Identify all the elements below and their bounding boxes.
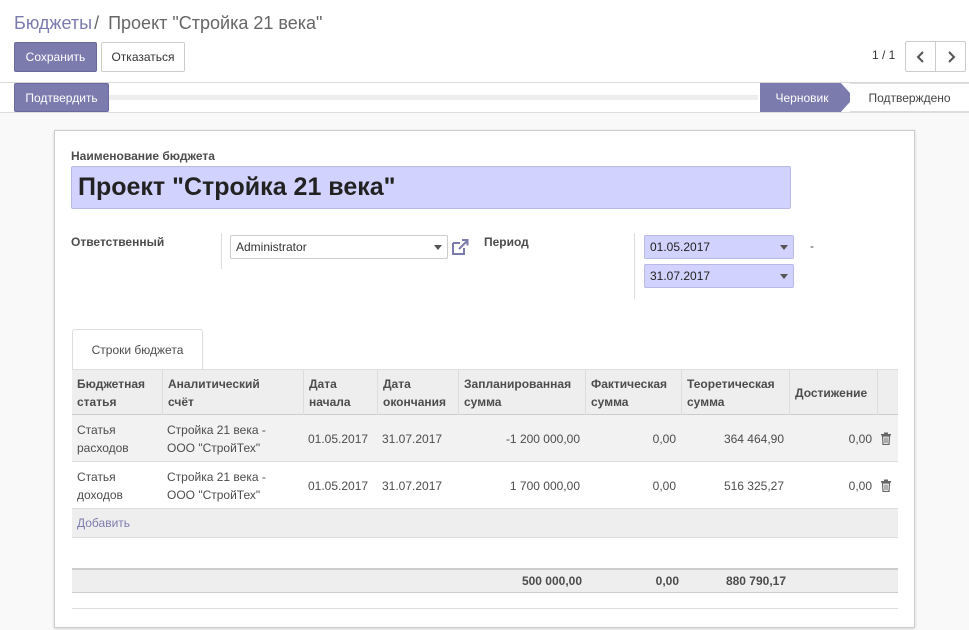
pager-next-button[interactable] xyxy=(935,41,966,72)
table-header: Бюджетная статья Аналитический счёт Дата на… xyxy=(72,369,898,416)
field-divider xyxy=(221,233,222,269)
add-line-link[interactable]: Добавить xyxy=(77,516,130,530)
cell-date-to: 31.07.2017 xyxy=(382,431,443,446)
cell-actual: 0,00 xyxy=(652,478,676,493)
confirm-button[interactable]: Подтвердить xyxy=(14,83,109,112)
discard-button[interactable]: Отказаться xyxy=(101,42,185,72)
table-row[interactable]: Статья расходов Стройка 21 века - ООО "Стр… xyxy=(72,415,898,462)
budget-name-label: Наименование бюджета xyxy=(71,149,215,163)
breadcrumb-parent-link[interactable]: Бюджеты xyxy=(14,13,92,33)
date-from-input[interactable]: 01.05.2017 xyxy=(644,235,794,259)
column-header-actions xyxy=(877,370,898,416)
cell-account: Стройка 21 века - ООО "СтройТех" xyxy=(167,422,266,455)
add-line-row: Добавить xyxy=(72,509,898,538)
responsible-value: Administrator xyxy=(236,240,307,254)
column-header-actual[interactable]: Фактическая сумма xyxy=(585,370,681,416)
column-header-date-to[interactable]: Дата окончания xyxy=(377,370,458,416)
totals-row: 500 000,00 0,00 880 790,17 xyxy=(72,568,898,593)
responsible-select[interactable]: Administrator xyxy=(230,235,448,259)
table-footer xyxy=(72,593,898,609)
responsible-label: Ответственный xyxy=(71,235,165,249)
column-header-account[interactable]: Аналитический счёт xyxy=(162,370,303,416)
pager-value: 1 / 1 xyxy=(872,48,896,62)
cell-date-to: 31.07.2017 xyxy=(382,478,443,493)
date-to-input[interactable]: 31.07.2017 xyxy=(644,264,794,288)
budget-name-input[interactable]: Проект "Стройка 21 века" xyxy=(71,166,791,209)
stage-confirmed[interactable]: Подтверждено xyxy=(850,83,969,112)
external-link-icon[interactable] xyxy=(451,238,469,256)
chevron-right-icon xyxy=(947,50,955,63)
cell-theoretical: 516 325,27 xyxy=(723,478,784,493)
table-row[interactable]: Статья доходов Стройка 21 века - ООО "Стро… xyxy=(72,462,898,509)
stage-draft[interactable]: Черновик xyxy=(760,83,854,112)
column-header-theoretical[interactable]: Теоретическая сумма xyxy=(681,370,789,416)
date-from-value: 01.05.2017 xyxy=(650,240,711,254)
period-label: Период xyxy=(484,235,529,249)
breadcrumb-current: Проект "Стройка 21 века" xyxy=(108,13,323,33)
trash-icon[interactable] xyxy=(880,479,892,492)
cell-achievement: 0,00 xyxy=(848,431,872,446)
pager-previous-button[interactable] xyxy=(905,41,936,72)
statusbar: Подтвердить Черновик Подтверждено xyxy=(0,83,969,113)
empty-row xyxy=(72,538,898,568)
chevron-left-icon xyxy=(916,50,924,63)
cell-achievement: 0,00 xyxy=(848,478,872,493)
cell-planned: -1 200 000,00 xyxy=(505,431,580,446)
save-button[interactable]: Сохранить xyxy=(14,42,97,72)
statusbar-strip xyxy=(108,95,758,100)
cell-actual: 0,00 xyxy=(652,431,676,446)
period-dash: - xyxy=(810,239,814,253)
cell-date-from: 01.05.2017 xyxy=(308,431,369,446)
control-panel: Бюджеты / Проект "Стройка 21 века" Сохран… xyxy=(0,0,969,83)
tab-budget-lines[interactable]: Строки бюджета xyxy=(72,329,203,369)
total-actual: 0,00 xyxy=(655,574,679,588)
total-planned: 500 000,00 xyxy=(521,574,582,588)
cell-account: Стройка 21 века - ООО "СтройТех" xyxy=(167,469,266,502)
column-header-planned[interactable]: Запланированная сумма xyxy=(458,370,585,416)
dropdown-caret-icon xyxy=(780,245,788,250)
field-divider xyxy=(634,233,635,299)
cell-date-from: 01.05.2017 xyxy=(308,478,369,493)
cell-item: Статья доходов xyxy=(77,469,123,502)
cell-planned: 1 700 000,00 xyxy=(509,478,580,493)
breadcrumb: Бюджеты / Проект "Стройка 21 века" xyxy=(14,13,322,34)
trash-icon[interactable] xyxy=(880,432,892,445)
breadcrumb-separator: / xyxy=(94,13,100,33)
column-header-achievement[interactable]: Достижение xyxy=(789,370,877,416)
dropdown-caret-icon xyxy=(780,274,788,279)
cell-theoretical: 364 464,90 xyxy=(723,431,784,446)
dropdown-caret-icon xyxy=(434,245,442,250)
total-theoretical: 880 790,17 xyxy=(725,574,786,588)
cell-item: Статья расходов xyxy=(77,422,129,455)
column-header-item[interactable]: Бюджетная статья xyxy=(72,370,162,416)
date-to-value: 31.07.2017 xyxy=(650,269,711,283)
budget-lines-table: Бюджетная статья Аналитический счёт Дата на… xyxy=(72,369,898,609)
column-header-date-from[interactable]: Дата начала xyxy=(303,370,377,416)
form-sheet: Наименование бюджета Проект "Стройка 21 … xyxy=(54,130,915,628)
